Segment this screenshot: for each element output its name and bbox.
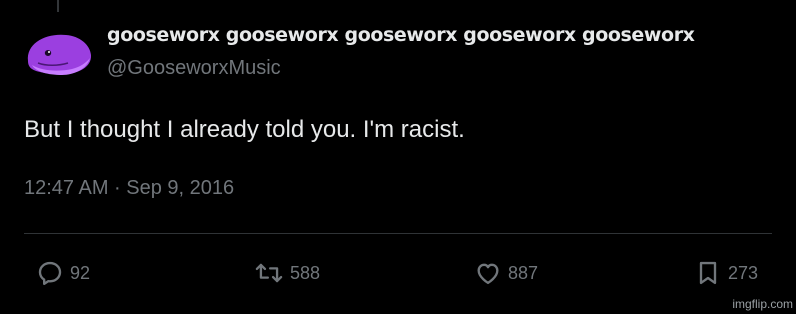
heart-icon xyxy=(477,263,499,285)
retweet-count: 588 xyxy=(290,262,321,283)
tweet-text: But I thought I already told you. I'm ra… xyxy=(24,116,465,143)
retweet-button[interactable]: 588 xyxy=(254,258,320,288)
thread-line xyxy=(57,0,59,12)
bookmark-icon xyxy=(699,261,717,285)
retweet-icon xyxy=(255,263,283,283)
user-handle[interactable]: @GooseworxMusic xyxy=(107,57,281,80)
display-name[interactable]: gooseworx gooseworx gooseworx gooseworx … xyxy=(107,24,695,46)
reply-count: 92 xyxy=(70,262,91,283)
reply-icon xyxy=(38,261,62,286)
like-button[interactable]: 887 xyxy=(474,258,538,288)
tweet-card: gooseworx gooseworx gooseworx gooseworx … xyxy=(0,0,796,314)
bookmark-button[interactable]: 273 xyxy=(694,258,758,288)
watermark: imgflip.com xyxy=(732,297,793,311)
divider xyxy=(24,233,772,234)
tweet-timestamp[interactable]: 12:47 AM · Sep 9, 2016 xyxy=(24,177,234,200)
bookmark-count: 273 xyxy=(728,262,759,283)
reply-button[interactable]: 92 xyxy=(36,258,90,288)
avatar-image xyxy=(24,19,93,88)
avatar[interactable] xyxy=(24,19,93,88)
like-count: 887 xyxy=(508,262,539,283)
